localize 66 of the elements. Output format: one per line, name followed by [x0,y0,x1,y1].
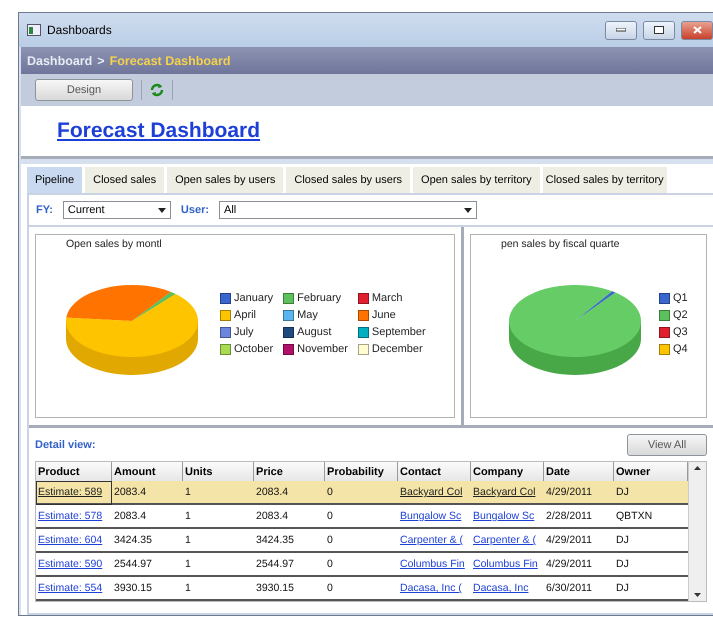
design-button[interactable]: Design [35,79,133,101]
legend-label: July [234,326,254,338]
dropdown-arrow-icon [158,208,166,212]
section-title: Detail view: [35,439,96,451]
tab[interactable]: Closed sales [85,167,164,193]
scrollbar[interactable] [688,462,706,601]
legend-label: October [234,343,274,355]
table-link[interactable]: Backyard Col [398,481,471,505]
tab[interactable]: Open sales by territory [413,167,540,193]
column-header[interactable]: Price [254,462,325,481]
maximize-icon [654,26,664,34]
tab[interactable]: Closed sales by territory [542,167,667,193]
legend-label: January [234,292,274,304]
view-all-button[interactable]: View All [627,434,707,456]
table-cell: DJ [614,481,688,505]
legend-label: Q2 [673,309,688,321]
dropdown[interactable]: Current [62,201,171,219]
chart-title: Open sales by montl [66,238,162,250]
column-header[interactable]: Amount [112,462,183,481]
column-header[interactable]: Owner [614,462,688,481]
column-header[interactable]: Company [471,462,544,481]
legend-label: November [297,343,348,355]
legend-label: April [234,309,256,321]
app-icon [27,24,41,36]
legend-label: February [297,292,342,304]
column-header[interactable]: Units [183,462,254,481]
column-header[interactable]: Probability [325,462,398,481]
scroll-up-icon[interactable] [694,466,701,470]
table-cell: 4/29/2011 [544,481,614,505]
close-button[interactable] [681,20,713,40]
tab[interactable]: Pipeline [27,167,82,193]
minimize-icon [616,28,626,32]
legend-label: March [372,292,402,304]
table-cell: 2083.4 [112,481,183,505]
scroll-down-icon[interactable] [694,593,701,597]
minimize-button[interactable] [605,20,637,40]
column-header[interactable]: Date [544,462,614,481]
table-link[interactable]: Backyard Col [471,481,544,505]
tab[interactable]: Open sales by users [167,167,284,193]
breadcrumb-separator: > [97,54,105,68]
filter-label: User: [180,204,210,216]
legend-label: Q3 [673,326,688,338]
dropdown[interactable]: All [219,201,478,219]
filter-label: FY: [36,204,53,216]
dashboard-title-link[interactable]: Forecast Dashboard [57,119,260,143]
table-cell: 0 [325,481,398,505]
table-cell: 1 [183,481,254,505]
close-icon [692,26,702,34]
tab[interactable]: Closed sales by users [286,167,410,193]
refresh-icon[interactable] [150,83,164,97]
table-cell: 2083.4 [254,481,325,505]
breadcrumb-current: Forecast Dashboard [110,54,230,68]
chart-title: pen sales by fiscal quarte [501,238,620,250]
legend-label: December [372,343,423,355]
maximize-button[interactable] [643,20,675,40]
legend-label: Q4 [673,343,688,355]
window-title: Dashboards [47,23,113,37]
legend-label: September [372,326,426,338]
legend-label: Q1 [673,292,688,304]
column-header[interactable]: Product [36,462,112,481]
legend-label: June [372,309,396,321]
legend-label: May [297,309,318,321]
dropdown-arrow-icon [464,208,472,212]
table-link[interactable]: Estimate: 589 [36,481,112,505]
column-header[interactable]: Contact [398,462,471,481]
legend-label: August [297,326,332,338]
